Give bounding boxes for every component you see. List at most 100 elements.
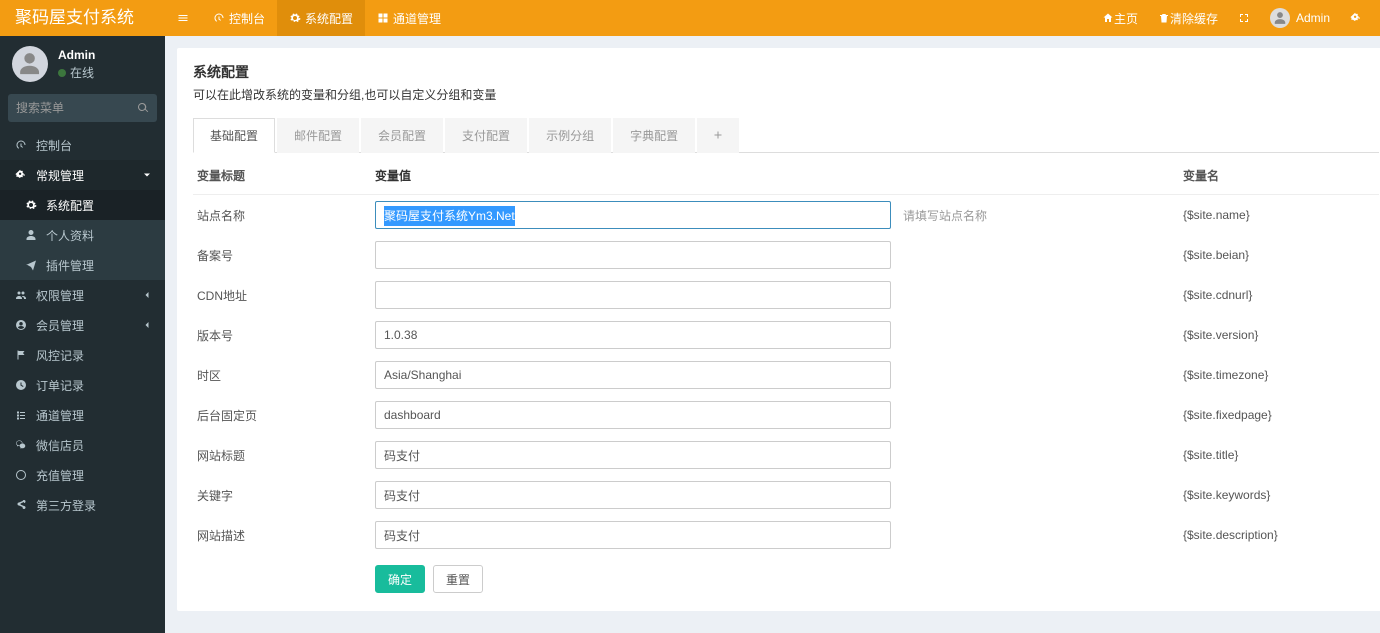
bars-icon (177, 12, 189, 24)
sidebar-item[interactable]: 会员管理 (0, 310, 165, 340)
sidebar-item[interactable]: 第三方登录 (0, 490, 165, 520)
config-input[interactable] (375, 521, 891, 549)
config-var: {$site.fixedpage} (1183, 408, 1375, 422)
plus-icon (712, 129, 724, 141)
gear-icon (22, 199, 40, 211)
trash-icon (1158, 12, 1170, 24)
config-input[interactable]: 聚码屋支付系统Ym3.Net (375, 201, 891, 229)
sidebar-item-label: 个人资料 (46, 227, 94, 244)
config-input[interactable] (375, 321, 891, 349)
sidebar-item[interactable]: 充值管理 (0, 460, 165, 490)
list-icon (12, 409, 30, 421)
config-var: {$site.keywords} (1183, 488, 1375, 502)
sidebar-item[interactable]: 订单记录 (0, 370, 165, 400)
submit-button[interactable]: 确定 (375, 565, 425, 593)
topnav-item[interactable]: 系统配置 (277, 0, 365, 36)
config-label: 时区 (197, 367, 375, 384)
cogs-icon (12, 169, 30, 181)
sidebar-item[interactable]: 常规管理 (0, 160, 165, 190)
fullscreen-toggle[interactable] (1228, 0, 1260, 36)
gear-icon (289, 12, 301, 24)
sidebar-item[interactable]: 通道管理 (0, 400, 165, 430)
config-var: {$site.version} (1183, 328, 1375, 342)
share-icon (12, 499, 30, 511)
add-tab-button[interactable] (697, 118, 739, 153)
col-header-var: 变量名 (1183, 167, 1375, 184)
config-input[interactable] (375, 441, 891, 469)
topnav-label: 控制台 (229, 10, 265, 27)
sidebar-item-label: 常规管理 (36, 167, 84, 184)
sidebar-item-label: 订单记录 (36, 377, 84, 394)
sidebar-item-label: 微信店员 (36, 437, 84, 454)
config-label: 版本号 (197, 327, 375, 344)
config-input[interactable] (375, 241, 891, 269)
circle-o-icon (12, 469, 30, 481)
chevron-left-icon (141, 289, 153, 301)
topnav-label: 通道管理 (393, 10, 441, 27)
expand-icon (1238, 12, 1250, 24)
clock-icon (12, 379, 30, 391)
tab[interactable]: 示例分组 (529, 118, 611, 153)
user-panel: Admin 在线 (0, 36, 165, 94)
clear-cache-label: 清除缓存 (1170, 10, 1218, 27)
tab[interactable]: 支付配置 (445, 118, 527, 153)
col-header-value: 变量值 (375, 167, 1183, 184)
tab[interactable]: 会员配置 (361, 118, 443, 153)
sidebar-item-label: 第三方登录 (36, 497, 96, 514)
sidebar-subitem[interactable]: 个人资料 (0, 220, 165, 250)
config-var: {$site.description} (1183, 528, 1375, 542)
sidebar-subitem[interactable]: 插件管理 (0, 250, 165, 280)
sidebar-item-label: 插件管理 (46, 257, 94, 274)
page-subtitle: 可以在此增改系统的变量和分组,也可以自定义分组和变量 (193, 86, 1379, 103)
config-label: 后台固定页 (197, 407, 375, 424)
topnav-item[interactable]: 控制台 (201, 0, 277, 36)
config-label: 关键字 (197, 487, 375, 504)
dashboard-icon (12, 139, 30, 151)
sidebar-item[interactable]: 控制台 (0, 130, 165, 160)
sidebar-item-label: 通道管理 (36, 407, 84, 424)
avatar-icon (12, 46, 48, 82)
config-var: {$site.beian} (1183, 248, 1375, 262)
topnav-item[interactable]: 通道管理 (365, 0, 453, 36)
config-tip: 请填写站点名称 (903, 207, 1183, 224)
sidebar-item-label: 控制台 (36, 137, 72, 154)
user-menu[interactable]: Admin (1260, 0, 1340, 36)
sidebar-subitem[interactable]: 系统配置 (0, 190, 165, 220)
config-label: 备案号 (197, 247, 375, 264)
config-label: 网站标题 (197, 447, 375, 464)
sidebar-item[interactable]: 权限管理 (0, 280, 165, 310)
config-var: {$site.timezone} (1183, 368, 1375, 382)
sidebar-item[interactable]: 风控记录 (0, 340, 165, 370)
sidebar-item[interactable]: 微信店员 (0, 430, 165, 460)
online-dot-icon (58, 69, 66, 77)
page-title: 系统配置 (193, 62, 1379, 82)
user-icon (22, 229, 40, 241)
sidebar-toggle[interactable] (165, 0, 201, 36)
clear-cache-link[interactable]: 清除缓存 (1148, 0, 1228, 36)
home-link[interactable]: 主页 (1092, 0, 1148, 36)
dashboard-icon (213, 12, 225, 24)
config-input[interactable] (375, 481, 891, 509)
user-name: Admin (58, 48, 95, 62)
config-var: {$site.cdnurl} (1183, 288, 1375, 302)
home-label: 主页 (1114, 10, 1138, 27)
sidebar-item-label: 充值管理 (36, 467, 84, 484)
sidebar-item-label: 风控记录 (36, 347, 84, 364)
menu-search-button[interactable] (129, 94, 157, 122)
config-input[interactable] (375, 401, 891, 429)
avatar-icon (1270, 8, 1290, 28)
config-input[interactable] (375, 361, 891, 389)
settings-toggle[interactable] (1340, 0, 1372, 36)
tab[interactable]: 邮件配置 (277, 118, 359, 153)
th-icon (377, 12, 389, 24)
config-label: 网站描述 (197, 527, 375, 544)
tab[interactable]: 基础配置 (193, 118, 275, 153)
config-var: {$site.title} (1183, 448, 1375, 462)
config-input[interactable] (375, 281, 891, 309)
reset-button[interactable]: 重置 (433, 565, 483, 593)
topnav-label: 系统配置 (305, 10, 353, 27)
cogs-icon (1350, 12, 1362, 24)
tab[interactable]: 字典配置 (613, 118, 695, 153)
wechat-icon (12, 439, 30, 451)
sidebar-item-label: 系统配置 (46, 197, 94, 214)
